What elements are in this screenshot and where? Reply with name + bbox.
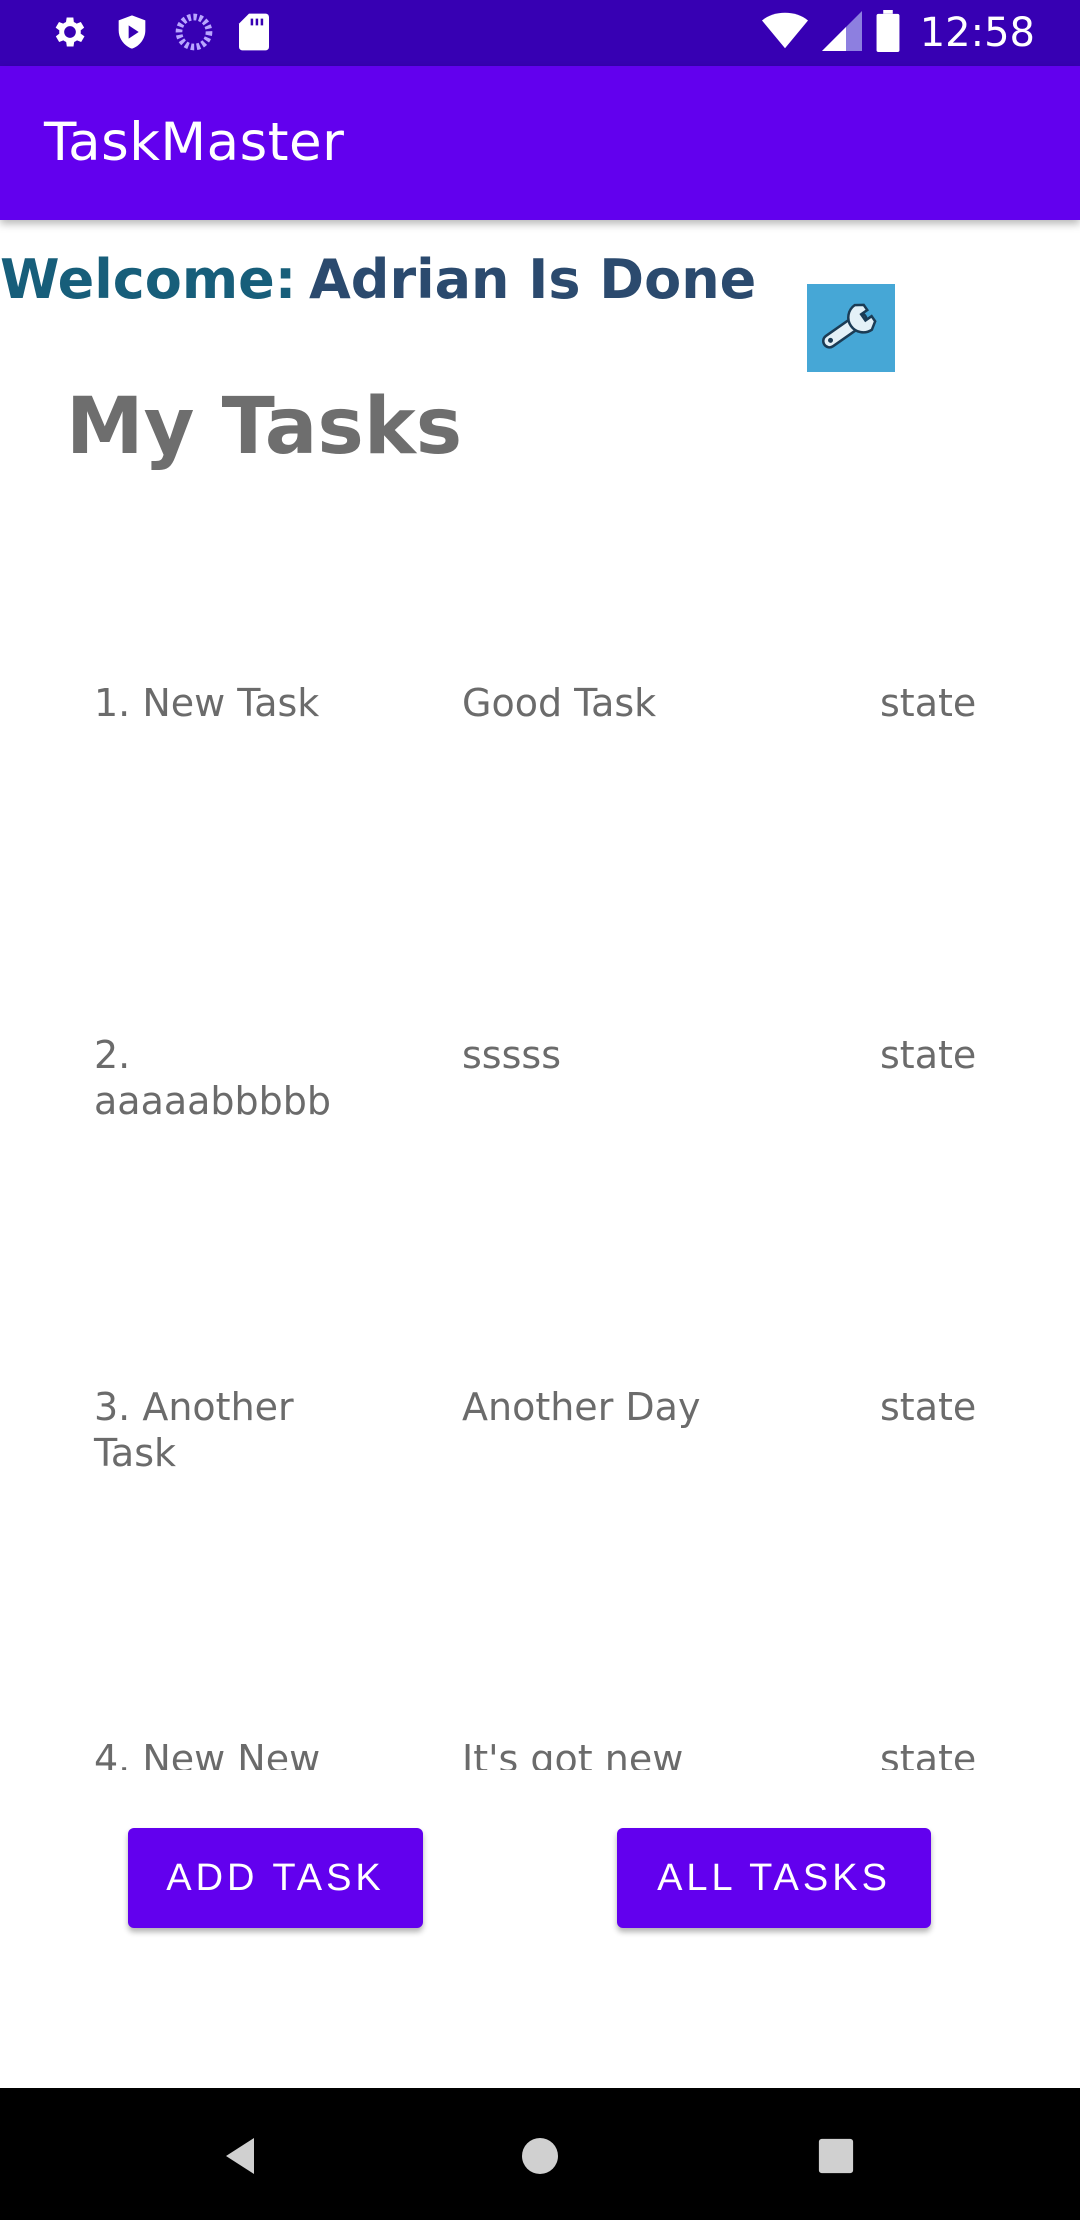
app-bar: TaskMaster — [0, 66, 1080, 220]
task-title: 3. Another Task — [94, 1385, 294, 1475]
loading-icon — [174, 12, 214, 56]
home-icon — [520, 2136, 560, 2180]
settings-button[interactable] — [807, 284, 895, 372]
task-body: It's got new — [462, 1737, 684, 1770]
sd-card-icon — [236, 12, 272, 56]
task-state: state — [880, 681, 977, 725]
task-state: state — [880, 1385, 977, 1429]
battery-icon — [876, 10, 900, 56]
add-task-button[interactable]: ADD TASK — [128, 1828, 423, 1928]
wrench-icon — [811, 286, 891, 370]
task-title: 1. New Task — [94, 681, 320, 725]
shield-icon — [112, 12, 152, 56]
task-row[interactable]: 1. New Task Good Task state — [0, 640, 1080, 992]
task-body: Another Day — [462, 1385, 701, 1429]
navigation-bar — [0, 2088, 1080, 2220]
task-state: state — [880, 1737, 977, 1770]
task-row[interactable]: 2. aaaaabbbbb sssss state — [0, 992, 1080, 1344]
welcome-username: Adrian Is Done — [309, 248, 757, 311]
task-body: Good Task — [462, 681, 657, 725]
back-icon — [222, 2136, 262, 2180]
task-body: sssss — [462, 1033, 561, 1077]
app-title: TaskMaster — [44, 112, 345, 173]
task-state: state — [880, 1033, 977, 1077]
home-button[interactable] — [510, 2128, 570, 2188]
recents-button[interactable] — [806, 2128, 866, 2188]
back-button[interactable] — [212, 2128, 272, 2188]
task-title: 4. New New — [94, 1737, 321, 1770]
task-row[interactable]: 3. Another Task Another Day state — [0, 1344, 1080, 1696]
task-title: 2. aaaaabbbbb — [94, 1033, 332, 1123]
welcome-label: Welcome: — [0, 248, 297, 311]
recents-icon — [817, 2137, 855, 2179]
task-list[interactable]: 1. New Task Good Task state 2. aaaaabbbb… — [0, 640, 1080, 1770]
page-title: My Tasks — [66, 382, 463, 472]
status-time: 12:58 — [919, 10, 1035, 56]
status-bar: 12:58 — [0, 0, 1080, 66]
wifi-icon — [761, 11, 808, 55]
status-left-icons — [50, 12, 272, 56]
task-row[interactable]: 4. New New It's got new state — [0, 1696, 1080, 1770]
gear-icon — [50, 12, 90, 56]
signal-icon — [821, 11, 862, 55]
all-tasks-button[interactable]: ALL TASKS — [617, 1828, 931, 1928]
status-right-icons: 12:58 — [761, 10, 1035, 56]
